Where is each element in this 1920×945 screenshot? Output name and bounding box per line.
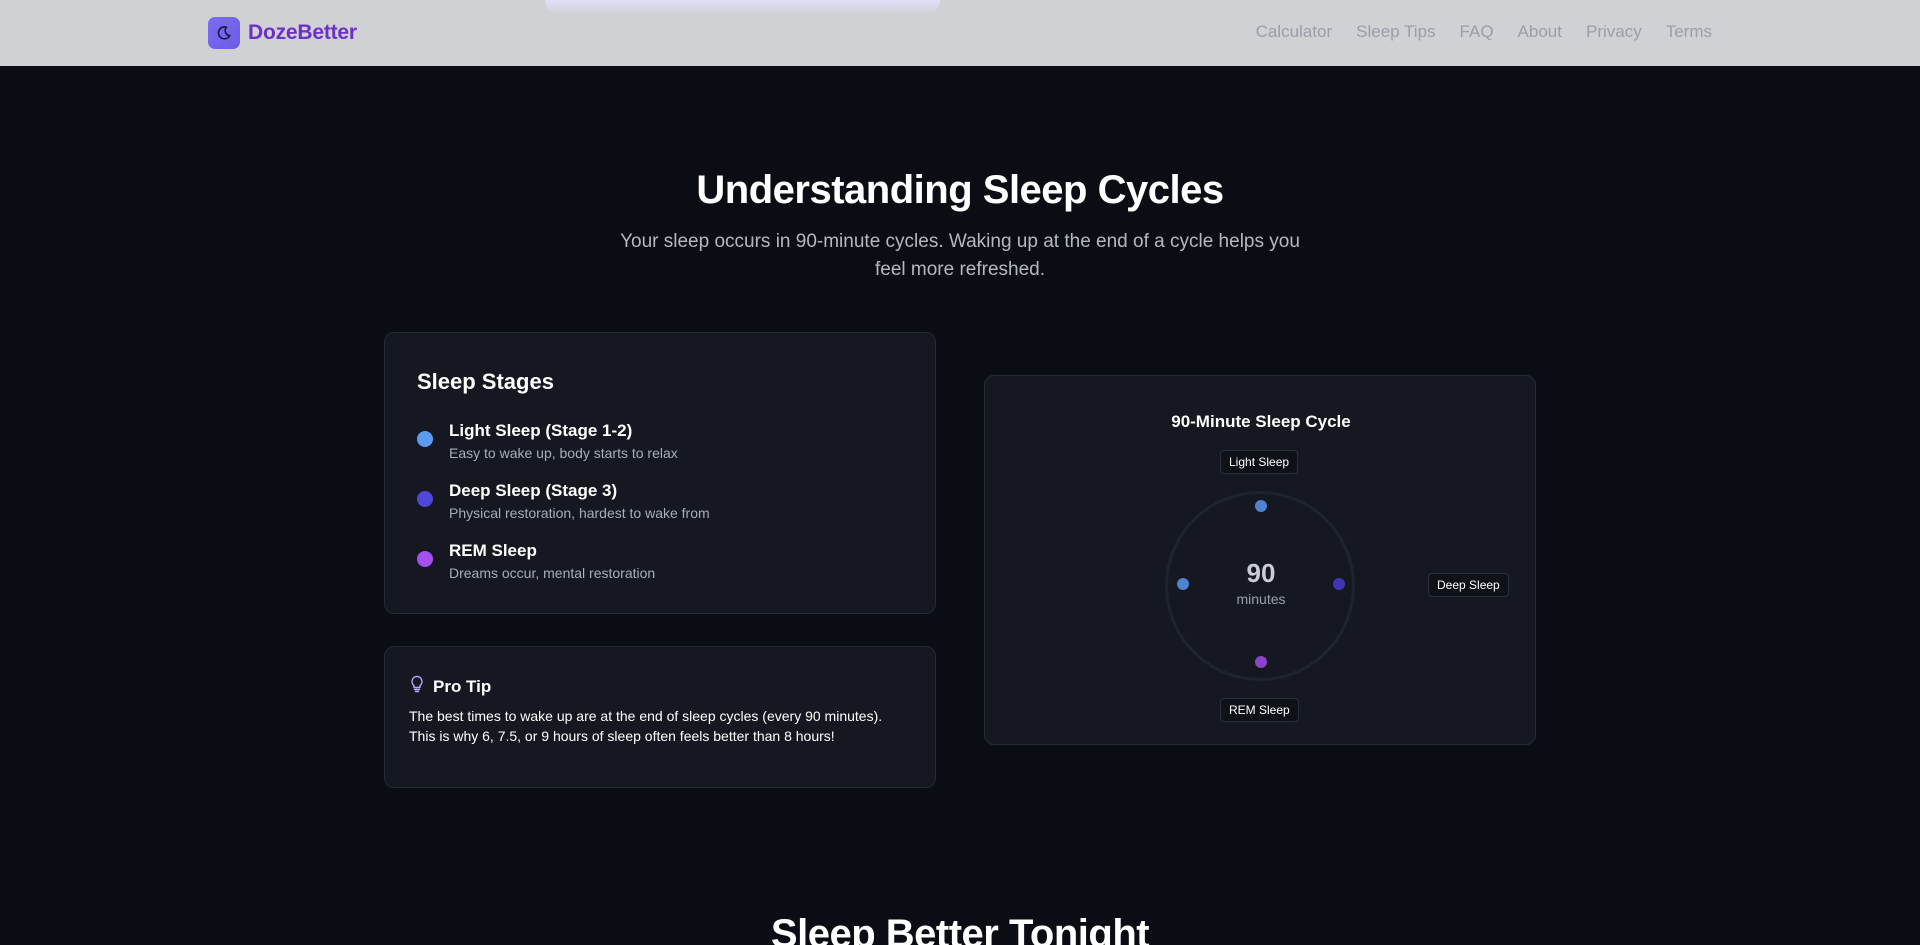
stage-item-light: Light Sleep (Stage 1-2) Easy to wake up,… (417, 420, 678, 463)
stage-name: Light Sleep (Stage 1-2) (449, 421, 633, 440)
brand-name: DozeBetter (248, 21, 357, 44)
pro-tip-title: Pro Tip (433, 676, 492, 696)
cycle-minutes-unit: minutes (1236, 591, 1286, 607)
stage-name: REM Sleep (449, 541, 537, 560)
nav-link-sleep-tips[interactable]: Sleep Tips (1356, 22, 1435, 42)
stage-item-deep: Deep Sleep (Stage 3) Physical restoratio… (417, 480, 710, 523)
moon-icon (208, 17, 240, 49)
stage-desc: Dreams occur, mental restoration (449, 565, 656, 581)
pro-tip-card: Pro Tip The best times to wake up are at… (384, 646, 936, 788)
light-sleep-dot (417, 431, 433, 447)
nav-link-about[interactable]: About (1518, 22, 1562, 42)
lightbulb-icon (409, 675, 425, 698)
rem-sleep-label: REM Sleep (1220, 698, 1299, 722)
deep-sleep-dot (417, 491, 433, 507)
cycle-dot-rem (1255, 656, 1267, 668)
section-subtitle: Your sleep occurs in 90-minute cycles. W… (620, 231, 1300, 280)
nav-link-faq[interactable]: FAQ (1460, 22, 1494, 42)
sleep-stages-title: Sleep Stages (417, 369, 554, 394)
pro-tip-body: The best times to wake up are at the end… (409, 708, 883, 744)
sleep-cycle-title: 90-Minute Sleep Cycle (1171, 412, 1351, 431)
stage-item-rem: REM Sleep Dreams occur, mental restorati… (417, 540, 655, 583)
next-section-title: Sleep Better Tonight (770, 912, 1150, 945)
rem-sleep-dot (417, 551, 433, 567)
nav-link-calculator[interactable]: Calculator (1256, 22, 1333, 42)
cycle-dot-light (1255, 500, 1267, 512)
stage-desc: Easy to wake up, body starts to relax (449, 445, 678, 461)
brand-link[interactable]: DozeBetter (208, 17, 357, 49)
sleep-stages-card: Sleep Stages Light Sleep (Stage 1-2) Eas… (384, 332, 936, 614)
header-glow (545, 0, 940, 14)
stage-desc: Physical restoration, hardest to wake fr… (449, 505, 710, 521)
sleep-cycle-card: 90-Minute Sleep Cycle Light Sleep Deep S… (984, 375, 1536, 745)
light-sleep-label: Light Sleep (1220, 450, 1299, 474)
nav-link-privacy[interactable]: Privacy (1586, 22, 1642, 42)
nav-link-terms[interactable]: Terms (1666, 22, 1712, 42)
section-title: Understanding Sleep Cycles (696, 168, 1224, 212)
site-header: DozeBetter Calculator Sleep Tips FAQ Abo… (0, 0, 1920, 66)
main-nav: Calculator Sleep Tips FAQ About Privacy … (1232, 22, 1712, 42)
cycle-minutes-value: 90 (1246, 558, 1276, 588)
stage-name: Deep Sleep (Stage 3) (449, 481, 618, 500)
